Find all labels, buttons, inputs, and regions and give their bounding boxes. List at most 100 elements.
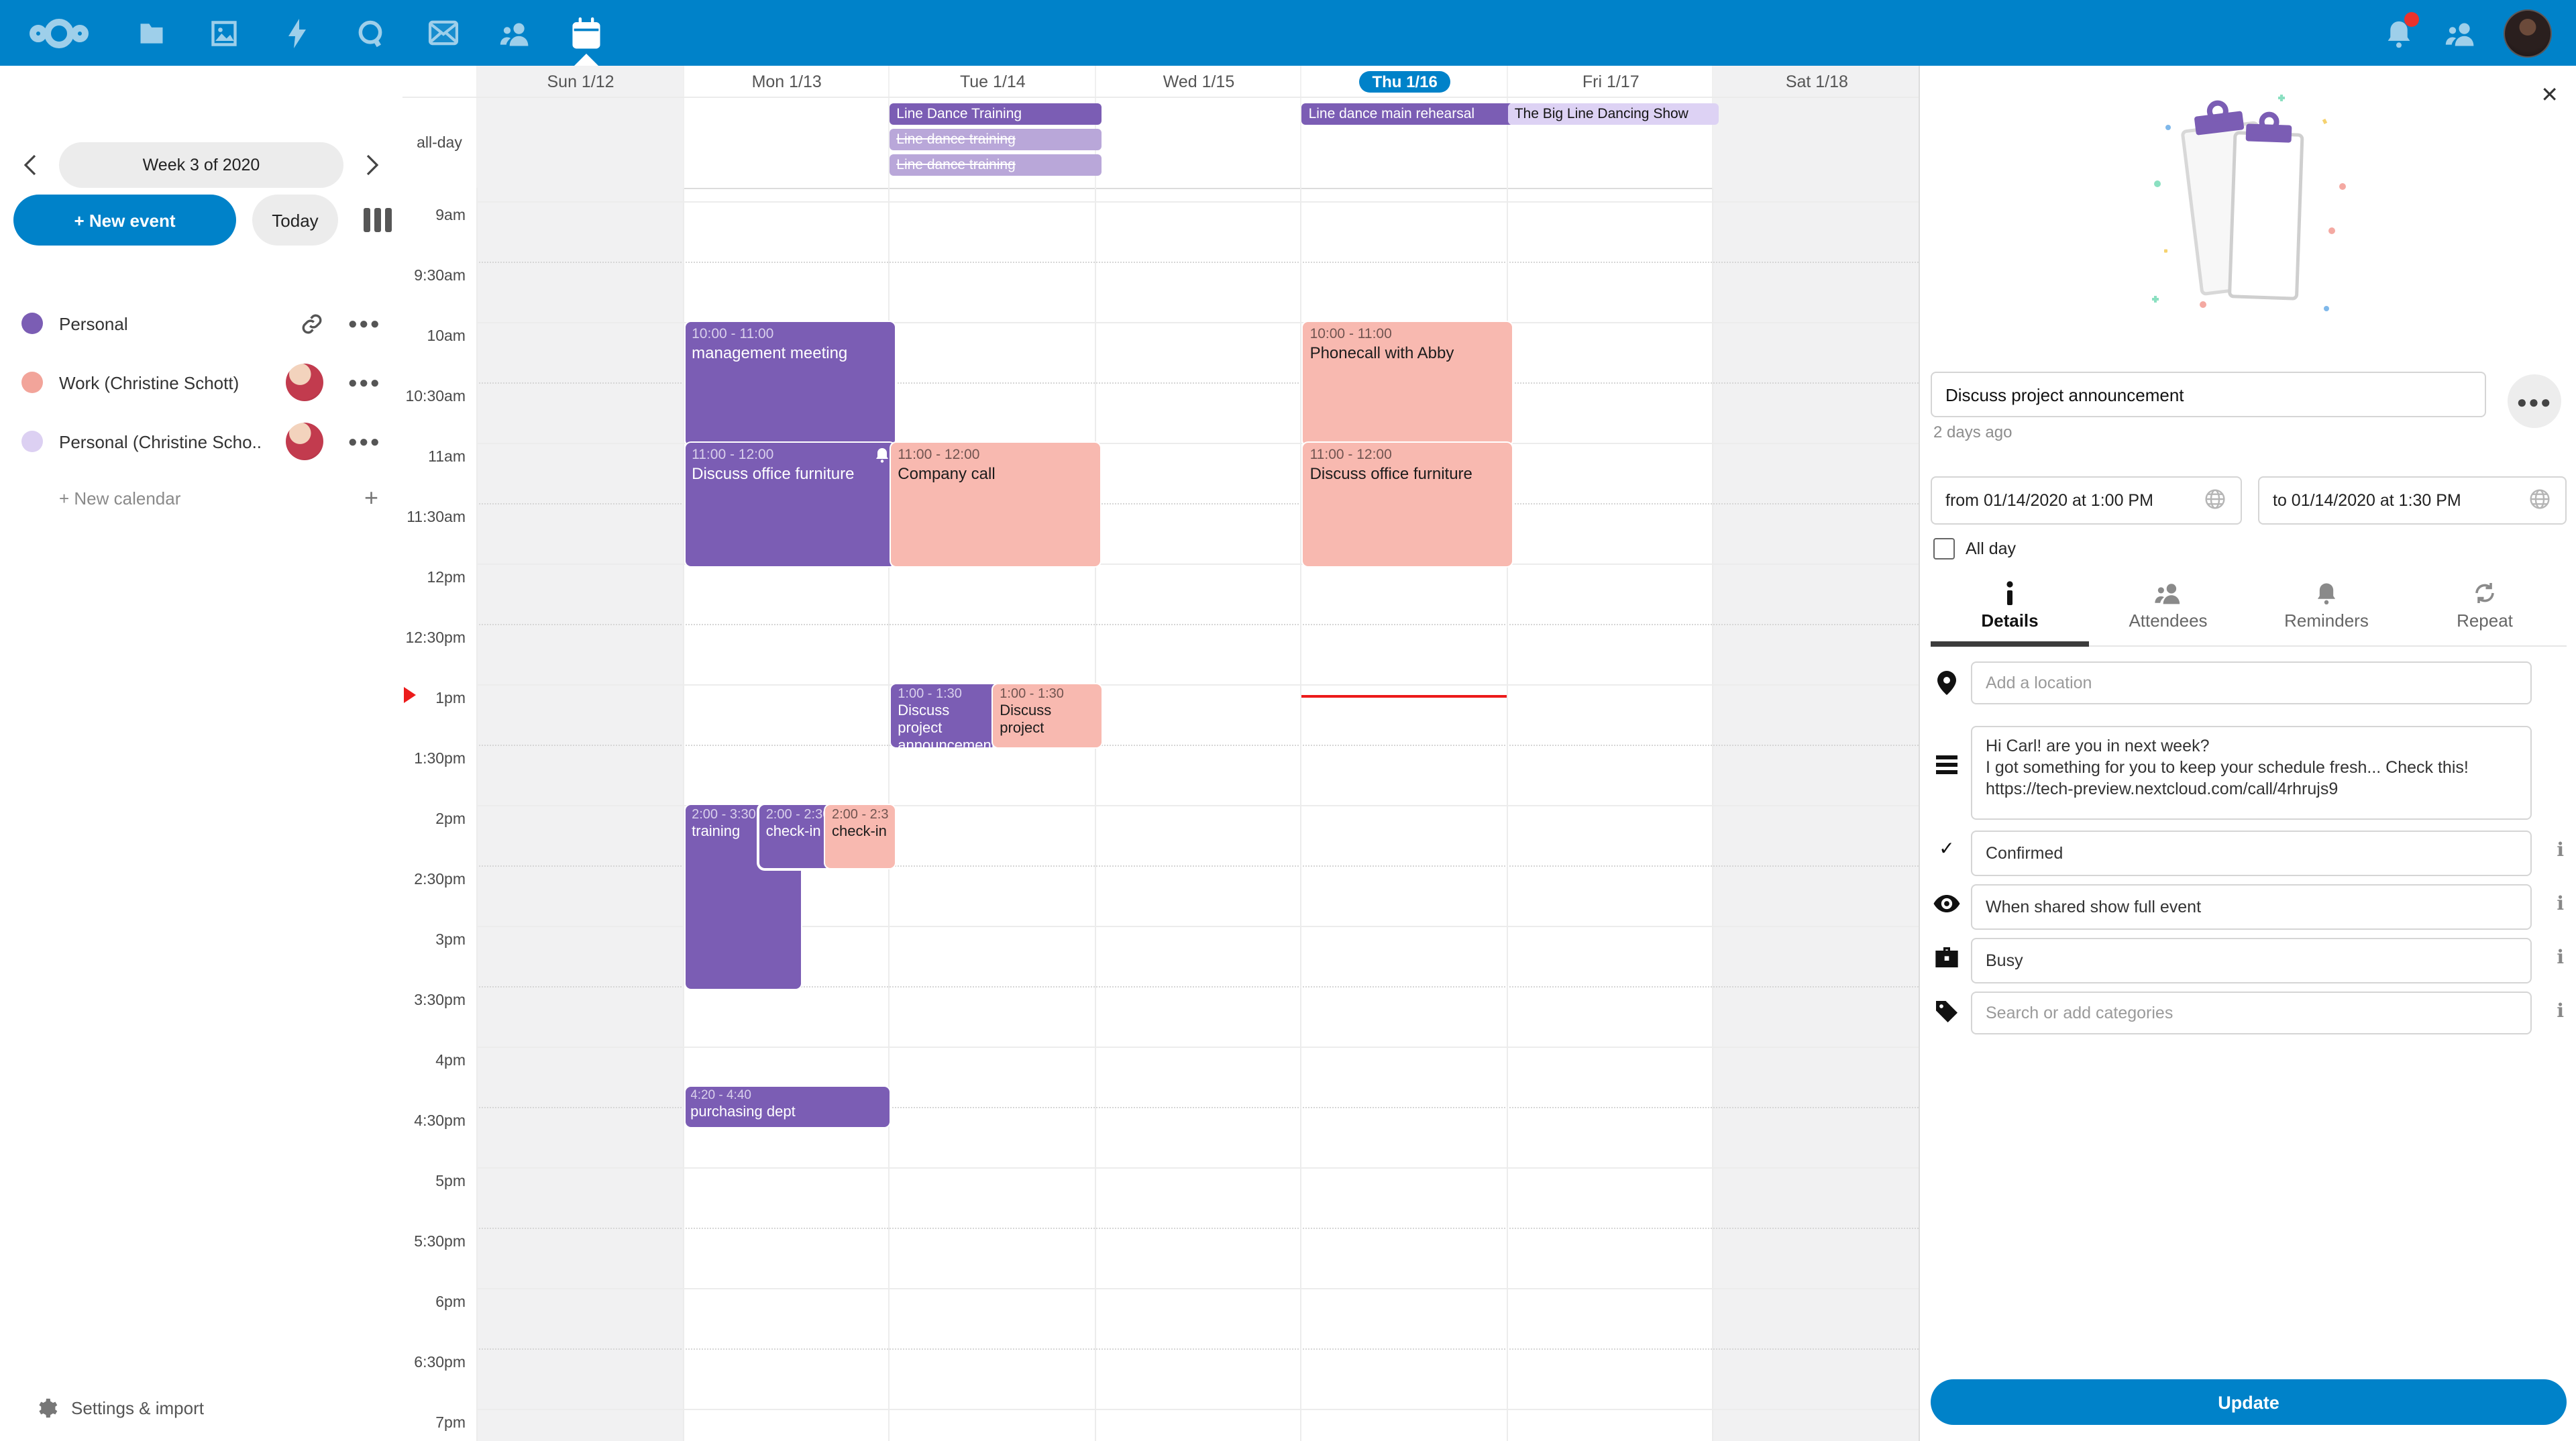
active-app-caret (574, 54, 598, 66)
event-chip[interactable]: 1:00 - 1:30Discuss project (993, 684, 1101, 747)
visibility-select[interactable]: When shared show full event (1971, 884, 2532, 930)
timezone-globe-icon[interactable] (2529, 488, 2551, 510)
info-icon[interactable]: i (2557, 1001, 2564, 1022)
event-chip[interactable]: 4:20 - 4:40purchasing dept (685, 1087, 890, 1127)
info-icon[interactable]: i (2557, 894, 2564, 915)
new-calendar-button[interactable]: + New calendar + (0, 471, 402, 525)
end-datetime-input[interactable] (2258, 476, 2567, 525)
notifications-bell-icon[interactable] (2369, 0, 2428, 66)
active-tab-underline (1931, 641, 2089, 647)
all-day-label: all-day (402, 98, 476, 188)
calendar-owner-avatar (286, 364, 324, 401)
photos-app-icon[interactable] (195, 0, 254, 66)
tab-attendees[interactable]: Attendees (2089, 578, 2247, 644)
previous-week-button[interactable] (8, 142, 54, 188)
time-label: 2pm (435, 812, 466, 828)
event-chip[interactable]: 2:00 - 2:30check-in (759, 805, 833, 868)
contacts-app-icon[interactable] (486, 0, 545, 66)
time-label: 9:30am (414, 268, 466, 284)
calendar-item-personal[interactable]: Personal ●●● (0, 294, 402, 353)
tab-details[interactable]: Details (1931, 578, 2089, 644)
calendar-menu-icon[interactable]: ●●● (348, 432, 382, 451)
calendar-item-personal-christine[interactable]: Personal (Christine Scho...) ●●● (0, 412, 402, 471)
calendar-name: Personal (Christine Scho...) (59, 431, 260, 451)
week-navigation: Week 3 of 2020 (8, 142, 394, 188)
activity-app-icon[interactable] (268, 0, 327, 66)
settings-import-label: Settings & import (71, 1397, 204, 1418)
view-switcher-icon[interactable] (357, 204, 397, 236)
allday-event-chip[interactable]: The Big Line Dancing Show (1508, 103, 1719, 125)
talk-app-icon[interactable] (341, 0, 400, 66)
all-day-cell (1094, 98, 1301, 188)
allday-event-chip[interactable]: Line Dance Training (890, 103, 1101, 125)
event-chip[interactable]: 10:00 - 11:00Phonecall with Abby (1303, 322, 1513, 445)
event-chip[interactable]: 2:00 - 2:30check-in (825, 805, 894, 868)
info-icon[interactable]: i (2557, 840, 2564, 861)
event-chip[interactable]: 11:00 - 12:00Discuss office furniture (685, 443, 894, 566)
plus-icon: + (364, 484, 378, 512)
freebusy-select[interactable]: Busy (1971, 938, 2532, 983)
files-app-icon[interactable] (122, 0, 181, 66)
datetime-row (1931, 476, 2567, 525)
event-chip[interactable]: 1:00 - 1:30Discuss project announcement (891, 684, 1002, 747)
freebusy-row: Busy i (1931, 938, 2567, 983)
description-textarea[interactable]: Hi Carl! are you in next week? I got som… (1971, 726, 2532, 820)
time-label: 1pm (435, 691, 466, 707)
event-illustration (2128, 90, 2369, 331)
all-day-cell (682, 98, 890, 188)
categories-input[interactable] (1971, 992, 2532, 1034)
tab-repeat[interactable]: Repeat (2406, 578, 2564, 644)
sidebar-actions: + New event Today (13, 195, 389, 246)
calendar-menu-icon[interactable]: ●●● (348, 314, 382, 333)
gear-icon (35, 1396, 58, 1419)
event-chip[interactable]: 11:00 - 12:00Discuss office furniture (1303, 443, 1513, 566)
allday-event-chip[interactable]: Line dance main rehearsal (1302, 103, 1513, 125)
app-sidebar: Week 3 of 2020 + New event Today Persona… (0, 66, 402, 1441)
settings-import-button[interactable]: Settings & import (0, 1385, 402, 1430)
calendar-item-work-christine[interactable]: Work (Christine Schott) ●●● (0, 353, 402, 412)
all-day-toggle-row: All day (1933, 538, 2016, 559)
time-label: 7pm (435, 1416, 466, 1432)
time-label: 6pm (435, 1295, 466, 1311)
update-button[interactable]: Update (1931, 1379, 2567, 1425)
all-day-checkbox[interactable] (1933, 538, 1955, 559)
calendar-color-dot (21, 313, 43, 334)
day-header-tue: Tue 1/14 (888, 66, 1095, 97)
close-icon[interactable]: ✕ (2540, 82, 2559, 109)
calendar-name: Personal (59, 313, 128, 333)
next-week-button[interactable] (349, 142, 394, 188)
day-column (476, 188, 684, 1441)
calendar-grid: Sun 1/12Mon 1/13Tue 1/14Wed 1/15Thu 1/16… (402, 66, 1919, 1441)
tab-reminders[interactable]: Reminders (2247, 578, 2406, 644)
top-navigation-bar (0, 0, 2576, 66)
day-column (1507, 188, 1714, 1441)
calendar-app-icon[interactable] (557, 0, 616, 66)
status-select[interactable]: Confirmed (1971, 831, 2532, 876)
day-header-sat: Sat 1/18 (1713, 66, 1920, 97)
share-link-icon[interactable] (301, 312, 324, 335)
event-chip[interactable]: 10:00 - 11:00management meeting (685, 322, 894, 445)
user-avatar[interactable] (2498, 0, 2557, 66)
allday-event-chip[interactable]: Line dance training (890, 129, 1101, 150)
more-options-icon[interactable]: ●●● (2508, 374, 2561, 428)
timezone-globe-icon[interactable] (2204, 488, 2226, 510)
all-day-cell (1713, 98, 1920, 188)
visibility-row: When shared show full event i (1931, 884, 2567, 930)
mail-app-icon[interactable] (413, 0, 472, 66)
allday-event-chip[interactable]: Line dance training (890, 154, 1101, 176)
event-title-input[interactable] (1931, 372, 2486, 417)
contacts-menu-icon[interactable] (2431, 0, 2490, 66)
calendar-menu-icon[interactable]: ●●● (348, 373, 382, 392)
event-chip[interactable]: 11:00 - 12:00Company call (891, 443, 1100, 566)
today-header-pill: Thu 1/16 (1358, 70, 1450, 92)
new-event-button[interactable]: + New event (13, 195, 236, 246)
info-icon[interactable]: i (2557, 947, 2564, 969)
today-button[interactable]: Today (252, 195, 338, 246)
start-datetime-input[interactable] (1931, 476, 2242, 525)
week-label[interactable]: Week 3 of 2020 (59, 142, 343, 188)
calendar-owner-avatar (286, 423, 324, 460)
location-input[interactable] (1971, 661, 2532, 704)
people-icon (2089, 581, 2247, 608)
day-header-thu[interactable]: Thu 1/16 (1301, 66, 1508, 97)
nextcloud-logo[interactable] (24, 0, 94, 66)
